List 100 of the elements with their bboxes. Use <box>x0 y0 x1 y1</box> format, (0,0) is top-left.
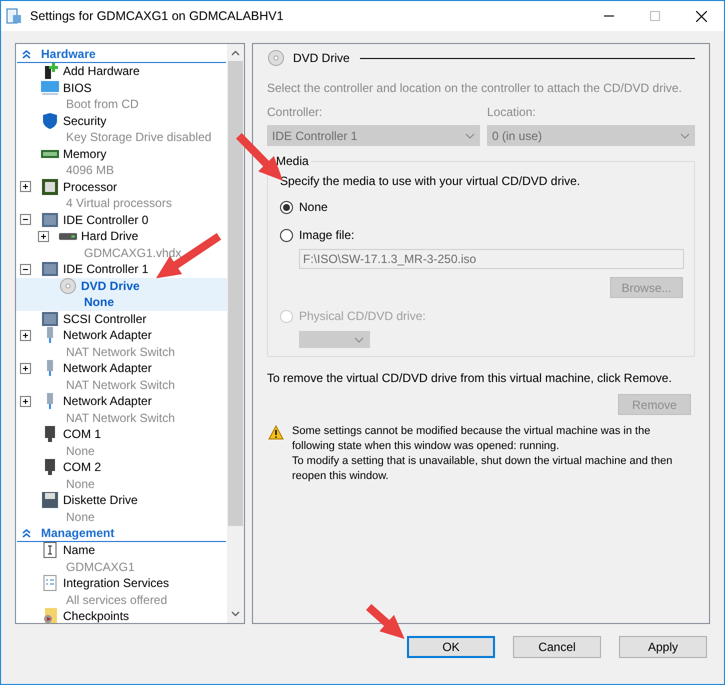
item-label: Hard Drive <box>81 228 138 246</box>
chip-icon <box>41 178 59 195</box>
close-icon <box>696 10 706 22</box>
maximize-icon <box>650 11 660 21</box>
tree-item[interactable]: DVD Drive None <box>16 278 227 310</box>
tree-item[interactable]: Name GDMCAXG1 <box>16 542 227 575</box>
annotation-arrow <box>366 604 405 639</box>
item-detail: GDMCAXG1 <box>66 558 135 576</box>
plus-icon <box>21 396 30 406</box>
item-label: Add Hardware <box>63 63 140 80</box>
media-group-title: Media <box>274 154 311 168</box>
warning-text: Some settings cannot be modified because the virtual machine was in the following state when this window was opened: running. <box>292 424 652 454</box>
tree-item[interactable]: BIOS Boot from CD <box>16 80 227 112</box>
tree-item[interactable]: SCSI Controller <box>16 310 227 327</box>
plus-icon <box>21 364 30 373</box>
item-detail: All services offered <box>66 592 168 609</box>
item-label: Security <box>63 112 106 130</box>
item-detail: GDMCAXG1.vhdx <box>84 244 182 262</box>
radio-label: None <box>299 199 328 216</box>
item-label: Diskette Drive <box>63 492 138 510</box>
intro-text: Select the controller and location on the controller to attach the CD/DVD drive. <box>267 80 683 97</box>
scroll-up-icon[interactable] <box>231 50 240 56</box>
item-label: Integration Services <box>63 575 170 592</box>
item-label: COM 1 <box>63 426 102 444</box>
collapse-chevrons-icon[interactable] <box>22 528 31 538</box>
checklist-icon <box>41 575 59 592</box>
window-title: Settings for GDMCAXG1 on GDMCALABHV1 <box>30 8 284 25</box>
item-label: COM 2 <box>63 459 102 476</box>
item-label: Memory <box>63 146 106 163</box>
expand-toggle[interactable] <box>38 230 49 242</box>
tree-item[interactable]: COM 2 None <box>16 459 227 492</box>
shield-icon <box>41 112 59 129</box>
radio-button[interactable] <box>280 200 293 214</box>
collapse-toggle[interactable] <box>20 264 31 275</box>
remove-hint: To remove the virtual CD/DVD drive from this virtual machine, click Remove. <box>267 370 673 387</box>
item-label: Network Adapter <box>63 327 152 344</box>
tree-item[interactable]: Diskette Drive None <box>16 492 227 525</box>
item-detail: NAT Network Switch <box>66 344 175 361</box>
expand-toggle[interactable] <box>20 181 31 192</box>
item-detail: 4 Virtual processors <box>66 195 172 212</box>
tree-item[interactable]: Network Adapter NAT Network Switch <box>16 393 227 426</box>
controller-icon <box>41 310 59 327</box>
dialog-button[interactable]: OK <box>407 636 495 658</box>
tree-item[interactable]: Processor 4 Virtual processors <box>16 178 227 212</box>
plus-icon <box>21 330 30 340</box>
item-detail: None <box>66 508 95 526</box>
item-label: IDE Controller 1 <box>63 261 148 278</box>
item-label: Checkpoints <box>63 608 130 623</box>
plus-icon <box>39 232 48 241</box>
tree-item[interactable]: Network Adapter NAT Network Switch <box>16 360 227 393</box>
item-detail: Key Storage Drive disabled <box>66 129 212 146</box>
item-detail: 4096 MB <box>66 162 114 180</box>
item-label: Name <box>63 542 96 560</box>
collapse-chevrons-icon[interactable] <box>22 50 31 58</box>
tree-item[interactable]: IDE Controller 0 <box>16 212 227 228</box>
controller-icon <box>41 212 59 228</box>
location-label: Location: <box>487 104 537 121</box>
item-label: Processor <box>63 178 118 196</box>
disc-icon <box>267 50 285 66</box>
scrollbar[interactable] <box>227 44 244 623</box>
controller-icon <box>41 261 59 278</box>
section-heading: Management <box>41 525 114 542</box>
expand-toggle[interactable] <box>20 362 31 374</box>
image-path-field[interactable]: F:\ISO\SW-17.1.3_MR-3-250.iso <box>299 249 684 269</box>
scroll-down-icon[interactable] <box>231 611 240 617</box>
tree-item[interactable]: Hard Drive GDMCAXG1.vhdx <box>16 228 227 261</box>
warning-text: To modify a setting that is unavailable, shut down the virtual machine and then reopen this window. <box>292 454 674 484</box>
warning-icon <box>268 425 284 440</box>
section-heading: Hardware <box>41 46 96 63</box>
item-detail: Boot from CD <box>66 96 139 114</box>
monitor-icon <box>41 80 59 96</box>
radio-label: Physical CD/DVD drive: <box>299 308 426 325</box>
dialog-button[interactable]: Cancel <box>513 636 601 658</box>
tree-item[interactable]: Integration Services All services offered <box>16 575 227 608</box>
plus-icon <box>21 182 30 192</box>
expand-toggle[interactable] <box>20 396 31 407</box>
tree-item[interactable]: Checkpoints <box>16 608 227 623</box>
hard-drive-icon <box>59 232 77 240</box>
text-cursor-icon <box>41 542 59 558</box>
radio-label: Image file: <box>299 227 354 244</box>
collapse-toggle[interactable] <box>20 214 31 226</box>
tree-item[interactable]: Memory 4096 MB <box>16 146 227 178</box>
item-detail: None <box>66 442 95 460</box>
tree-item[interactable]: Add Hardware <box>16 63 227 80</box>
media-hint: Specify the media to use with your virtual CD/DVD drive. <box>280 173 582 190</box>
panel-title: DVD Drive <box>293 50 350 67</box>
chevron-down-icon <box>354 336 364 342</box>
expand-toggle[interactable] <box>20 330 31 341</box>
item-detail: NAT Network Switch <box>66 410 175 427</box>
item-label: IDE Controller 0 <box>63 212 148 229</box>
tree-item[interactable]: COM 1 None <box>16 426 227 459</box>
dialog-button[interactable]: Apply <box>619 636 707 658</box>
tree-item[interactable]: Security Key Storage Drive disabled <box>16 112 227 146</box>
tree-item[interactable]: IDE Controller 1 <box>16 261 227 278</box>
item-label: DVD Drive <box>81 278 140 295</box>
tree-item[interactable]: Network Adapter NAT Network Switch <box>16 327 227 360</box>
checkpoint-icon <box>41 608 59 623</box>
item-detail: None <box>84 294 114 312</box>
chevron-down-icon <box>680 132 690 138</box>
radio-button[interactable] <box>280 228 293 242</box>
